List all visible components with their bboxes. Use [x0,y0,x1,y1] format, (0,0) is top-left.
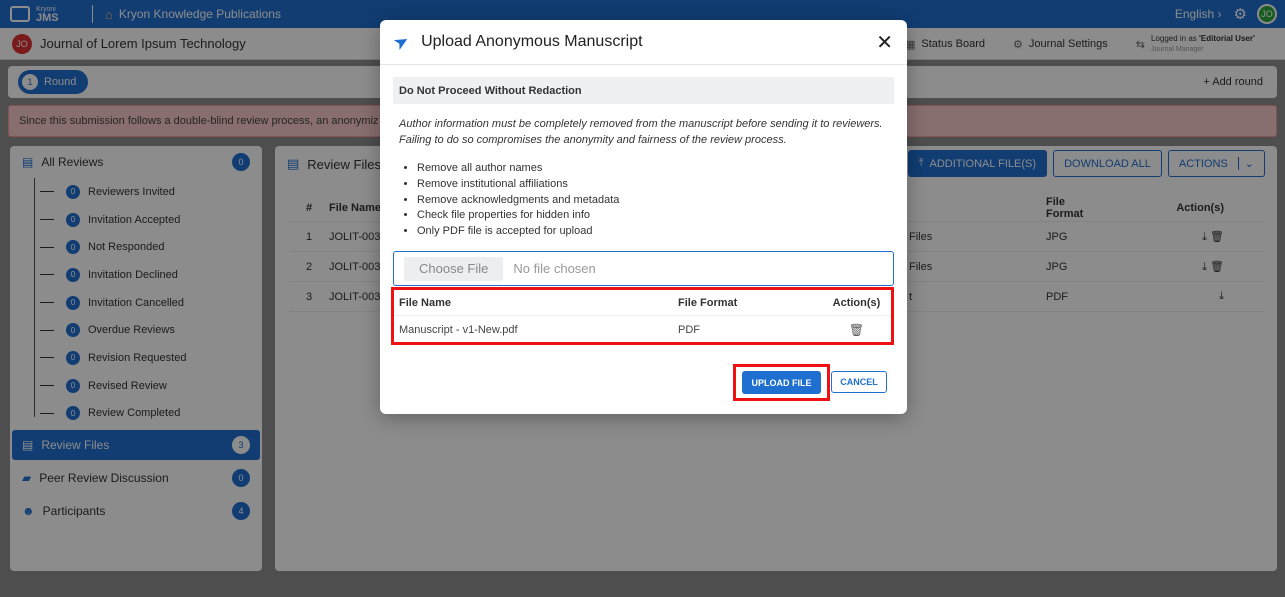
upload-highlight: UPLOAD FILE [733,364,830,401]
table-row: Manuscript - v1-New.pdf PDF 🗑 [394,316,891,344]
col-file-format: File Format [678,296,738,309]
warning-title: Do Not Proceed Without Redaction [399,84,582,97]
upload-file-button[interactable]: UPLOAD FILE [742,371,821,394]
send-plane-icon: ➤ [389,29,413,55]
no-file-label: No file chosen [513,261,596,276]
col-file-name: File Name [399,296,451,309]
cancel-button[interactable]: CANCEL [831,371,887,393]
rule-item: Remove all author names [417,161,619,177]
warning-title-box: Do Not Proceed Without Redaction [393,77,894,104]
file-name: Manuscript - v1-New.pdf [399,324,518,336]
choose-file-button[interactable]: Choose File [404,256,504,281]
modal-title: Upload Anonymous Manuscript [421,33,643,50]
trash-icon[interactable]: 🗑 [849,323,864,337]
rule-item: Remove institutional affiliations [417,177,619,193]
file-input[interactable]: Choose File No file chosen [393,251,894,286]
rule-item: Remove acknowledgments and metadata [417,193,619,209]
warning-text: Author information must be completely re… [399,118,883,146]
rule-item: Check file properties for hidden info [417,208,619,224]
col-action: Action(s) [832,296,881,309]
table-header: File Name File Format Action(s) [394,290,891,316]
rule-item: Only PDF file is accepted for upload [417,224,619,240]
selected-files-table: File Name File Format Action(s) Manuscri… [391,287,894,345]
close-icon[interactable]: ✕ [876,30,893,55]
upload-anonymous-manuscript-modal: ➤ Upload Anonymous Manuscript ✕ Do Not P… [380,20,907,414]
file-format: PDF [678,324,700,336]
redaction-rules: Remove all author names Remove instituti… [405,161,619,240]
